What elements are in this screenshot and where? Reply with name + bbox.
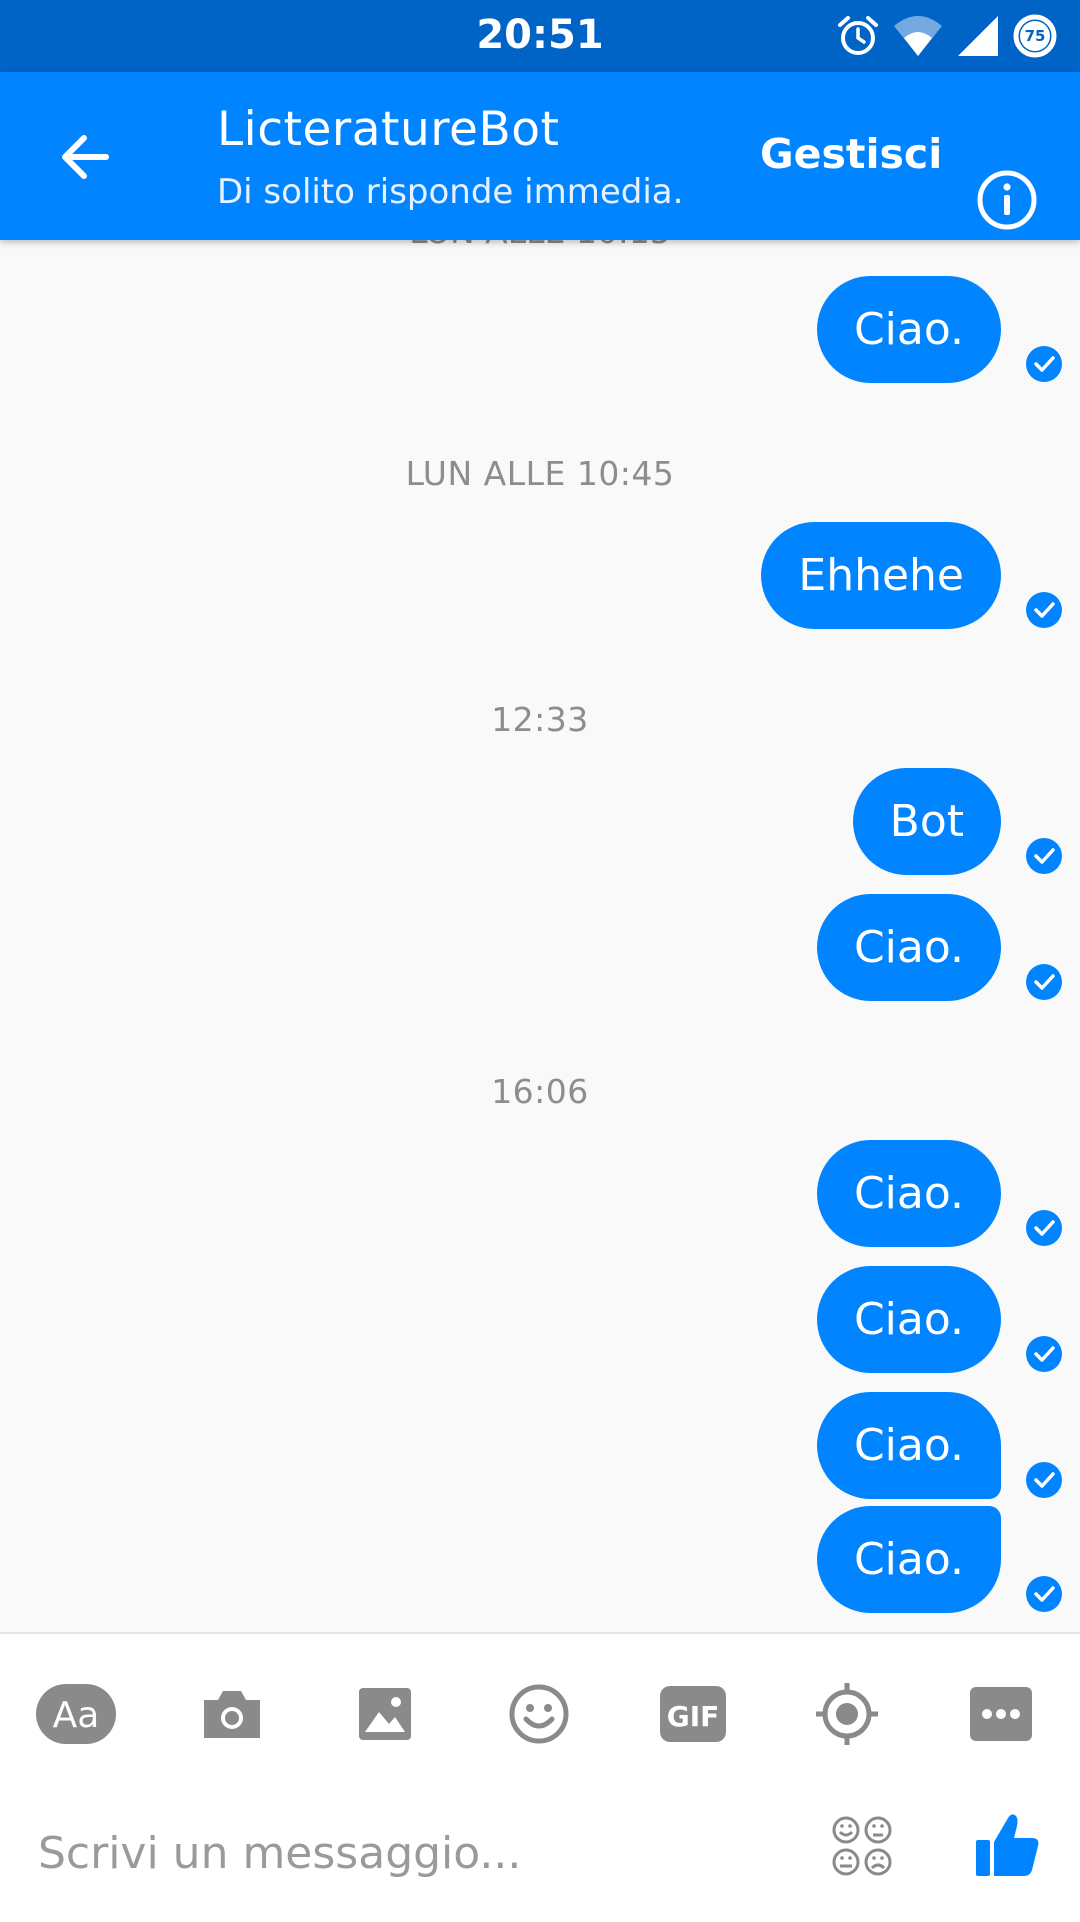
message-bubble[interactable]: Ciao. xyxy=(816,1266,1001,1373)
message-input[interactable] xyxy=(36,1812,800,1894)
message-bubble[interactable]: Bot xyxy=(852,768,1001,875)
emoji-button[interactable] xyxy=(508,1674,570,1754)
status-bar: 20:51 75 xyxy=(0,0,1080,72)
message-bubble[interactable]: Ciao. xyxy=(816,1140,1001,1247)
timestamp-divider: 12:33 xyxy=(491,700,589,739)
gallery-icon xyxy=(359,1688,411,1740)
info-icon xyxy=(977,170,1037,230)
seen-check-icon xyxy=(1026,592,1062,628)
message-bubble[interactable]: Ciao. xyxy=(816,894,1001,1001)
manage-button[interactable]: Gestisci xyxy=(760,130,942,178)
timestamp-divider: LUN ALLE 10:15 xyxy=(0,240,1080,251)
status-icons: 75 xyxy=(836,10,1058,62)
seen-check-icon xyxy=(1026,1210,1062,1246)
back-arrow-icon xyxy=(62,135,109,179)
timestamp-divider: 16:06 xyxy=(491,1072,589,1111)
thumbs-up-icon xyxy=(976,1814,1039,1876)
more-icon xyxy=(970,1687,1032,1741)
sticker-faces-icon xyxy=(832,1816,892,1876)
location-icon xyxy=(816,1683,878,1745)
camera-button[interactable] xyxy=(200,1674,264,1754)
seen-check-icon xyxy=(1026,964,1062,1000)
camera-icon xyxy=(204,1691,260,1738)
message-bubble[interactable]: Ciao. xyxy=(816,1506,1001,1613)
more-button[interactable] xyxy=(970,1674,1032,1754)
gallery-button[interactable] xyxy=(357,1674,413,1754)
wifi-icon xyxy=(892,14,944,58)
conversation-header: LicteratureBot Di solito risponde immedi… xyxy=(0,72,1080,240)
seen-check-icon xyxy=(1026,838,1062,874)
location-button[interactable] xyxy=(814,1674,880,1754)
text-format-icon: Aa xyxy=(36,1684,116,1744)
message-list[interactable]: LUN ALLE 10:15 Ciao. LUN ALLE 10:45 Ehhe… xyxy=(0,240,1080,1632)
battery-level: 75 xyxy=(1024,27,1046,45)
timestamp-divider: LUN ALLE 10:45 xyxy=(405,454,675,493)
contact-name[interactable]: LicteratureBot xyxy=(217,102,559,157)
battery-icon: 75 xyxy=(1012,13,1058,59)
composer: Aa GIF xyxy=(0,1632,1080,1922)
seen-check-icon xyxy=(1026,346,1062,382)
sticker-button[interactable] xyxy=(830,1814,894,1878)
info-button[interactable] xyxy=(976,169,1038,231)
gif-icon: GIF xyxy=(660,1686,726,1742)
message-bubble[interactable]: Ciao. xyxy=(816,276,1001,383)
seen-check-icon xyxy=(1026,1462,1062,1498)
seen-check-icon xyxy=(1026,1336,1062,1372)
like-button[interactable] xyxy=(972,1810,1042,1880)
message-bubble[interactable]: Ehhehe xyxy=(761,522,1001,629)
gif-label: GIF xyxy=(667,1700,720,1733)
back-button[interactable] xyxy=(50,122,120,192)
text-format-label: Aa xyxy=(53,1695,100,1736)
text-format-button[interactable]: Aa xyxy=(36,1674,116,1754)
signal-icon xyxy=(956,14,1000,58)
contact-status: Di solito risponde immedia... xyxy=(217,172,687,212)
gif-button[interactable]: GIF xyxy=(660,1674,726,1754)
seen-check-icon xyxy=(1026,1576,1062,1612)
alarm-icon xyxy=(836,14,880,58)
emoji-icon xyxy=(509,1684,569,1744)
message-bubble[interactable]: Ciao. xyxy=(816,1392,1001,1499)
